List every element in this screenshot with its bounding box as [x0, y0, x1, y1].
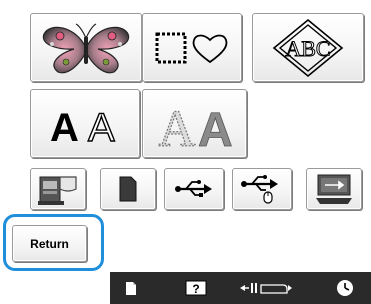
- monogram-abc-icon: ABC: [272, 18, 344, 77]
- help-icon[interactable]: ?: [178, 272, 214, 304]
- bottom-status-bar: ?: [110, 272, 371, 304]
- memory-card-icon: [119, 176, 137, 202]
- embroidery-pattern-selection-screen: ABC A A A A Return ?: [0, 0, 371, 304]
- machine-memory-icon: [38, 176, 77, 205]
- usb-icon: [175, 180, 212, 197]
- document-icon[interactable]: [110, 272, 152, 304]
- decorative-aa-icon: A A: [157, 100, 233, 152]
- clock-icon[interactable]: [325, 272, 365, 304]
- return-button[interactable]: Return: [12, 225, 87, 262]
- usb-mouse-icon: [241, 175, 278, 204]
- memory-card-button[interactable]: [100, 168, 156, 210]
- monogram-pattern-button[interactable]: ABC: [252, 13, 364, 82]
- computer-button[interactable]: [306, 168, 362, 210]
- computer-usb-icon: [316, 174, 352, 204]
- embroidery-patterns-button[interactable]: [30, 13, 142, 82]
- needle-position-icon[interactable]: [235, 272, 297, 304]
- usb-media-button[interactable]: [164, 168, 224, 210]
- decorative-alphabet-button[interactable]: A A: [142, 89, 247, 158]
- svg-text:A: A: [158, 101, 196, 152]
- svg-text:A: A: [198, 104, 233, 152]
- alphabet-characters-button[interactable]: A A: [30, 89, 140, 158]
- frame-patterns-button[interactable]: [142, 13, 242, 82]
- return-label: Return: [30, 236, 69, 251]
- machine-memory-button[interactable]: [30, 168, 86, 210]
- svg-text:A: A: [50, 106, 79, 149]
- svg-text:A: A: [88, 106, 115, 149]
- alphabet-aa-icon: A A: [50, 105, 116, 149]
- usb-mouse-button[interactable]: [232, 168, 292, 210]
- svg-text:?: ?: [192, 282, 199, 296]
- monogram-text: ABC: [285, 36, 330, 61]
- butterfly-embroidery-icon: [42, 22, 130, 73]
- frame-shapes-icon: [155, 32, 228, 63]
